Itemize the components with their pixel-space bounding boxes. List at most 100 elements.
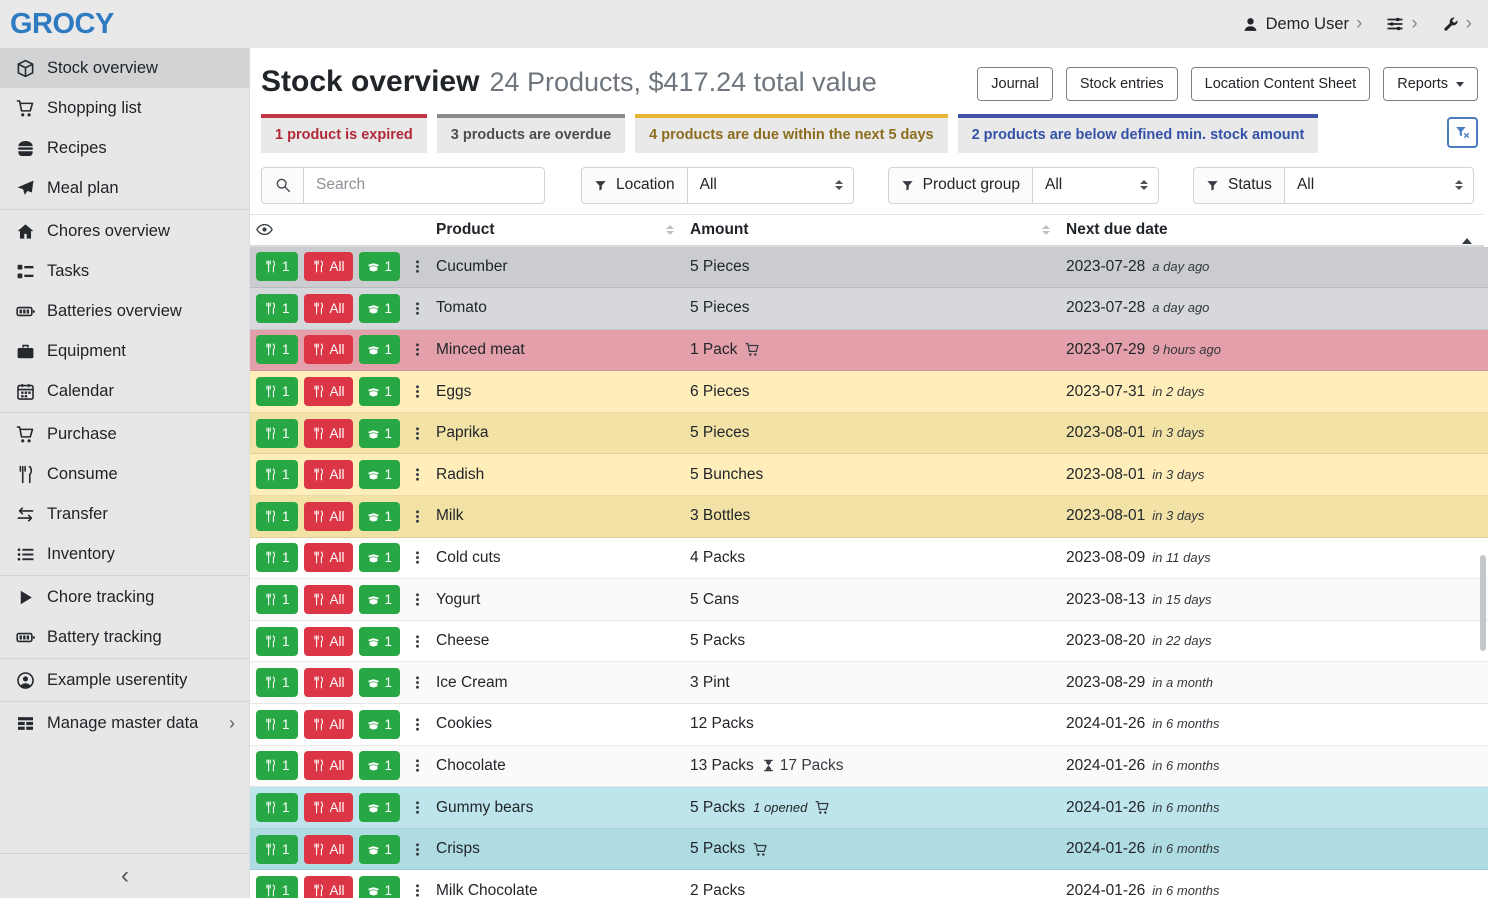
consume-all-button[interactable]: All [304, 585, 353, 614]
filter-select[interactable]: All [1032, 167, 1159, 204]
status-banner[interactable]: 3 products are overdue [437, 114, 625, 153]
consume-one-button[interactable]: 1 [256, 460, 298, 489]
consume-all-button[interactable]: All [304, 835, 353, 864]
status-banner[interactable]: 1 product is expired [261, 114, 427, 153]
sidebar-item-calendar[interactable]: Calendar [0, 371, 249, 411]
consume-one-button[interactable]: 1 [256, 876, 298, 898]
consume-all-button[interactable]: All [304, 793, 353, 822]
sidebar-item-chore-tracking[interactable]: Chore tracking [0, 577, 249, 617]
sidebar-collapse-button[interactable]: ‹ [0, 853, 250, 898]
open-one-button[interactable]: 1 [359, 710, 401, 739]
row-menu-button[interactable] [408, 842, 427, 857]
admin-menu[interactable]: › [1442, 16, 1472, 33]
consume-one-button[interactable]: 1 [256, 294, 298, 323]
column-header-product[interactable]: Product [436, 221, 690, 239]
open-one-button[interactable]: 1 [359, 460, 401, 489]
consume-one-button[interactable]: 1 [256, 585, 298, 614]
consume-all-button[interactable]: All [304, 252, 353, 281]
row-menu-button[interactable] [408, 634, 427, 649]
sidebar-item-chores-overview[interactable]: Chores overview [0, 211, 249, 251]
consume-one-button[interactable]: 1 [256, 710, 298, 739]
row-menu-button[interactable] [408, 342, 427, 357]
sidebar-item-shopping-list[interactable]: Shopping list [0, 88, 249, 128]
row-menu-button[interactable] [408, 675, 427, 690]
row-menu-button[interactable] [408, 717, 427, 732]
row-menu-button[interactable] [408, 758, 427, 773]
sidebar-item-recipes[interactable]: Recipes [0, 128, 249, 168]
consume-one-button[interactable]: 1 [256, 335, 298, 364]
consume-all-button[interactable]: All [304, 335, 353, 364]
open-one-button[interactable]: 1 [359, 585, 401, 614]
consume-all-button[interactable]: All [304, 460, 353, 489]
clear-filters-button[interactable] [1447, 117, 1478, 148]
sidebar-item-tasks[interactable]: Tasks [0, 251, 249, 291]
row-menu-button[interactable] [408, 509, 427, 524]
open-one-button[interactable]: 1 [359, 502, 401, 531]
consume-one-button[interactable]: 1 [256, 377, 298, 406]
consume-one-button[interactable]: 1 [256, 668, 298, 697]
consume-all-button[interactable]: All [304, 751, 353, 780]
open-one-button[interactable]: 1 [359, 335, 401, 364]
open-one-button[interactable]: 1 [359, 252, 401, 281]
sidebar-item-meal-plan[interactable]: Meal plan [0, 168, 249, 208]
eye-icon[interactable] [256, 221, 273, 238]
consume-all-button[interactable]: All [304, 543, 353, 572]
consume-all-button[interactable]: All [304, 668, 353, 697]
consume-one-button[interactable]: 1 [256, 751, 298, 780]
sidebar-item-stock-overview[interactable]: Stock overview [0, 48, 249, 88]
reports-button[interactable]: Reports [1383, 67, 1478, 101]
filter-select[interactable]: All [687, 167, 854, 204]
consume-one-button[interactable]: 1 [256, 502, 298, 531]
row-menu-button[interactable] [408, 800, 427, 815]
consume-all-button[interactable]: All [304, 377, 353, 406]
sidebar-item-manage-master-data[interactable]: Manage master data › [0, 703, 249, 743]
consume-one-button[interactable]: 1 [256, 543, 298, 572]
journal-button[interactable]: Journal [977, 67, 1053, 101]
open-one-button[interactable]: 1 [359, 668, 401, 697]
column-header-next-due-date[interactable]: Next due date [1066, 221, 1484, 239]
sidebar-item-example-userentity[interactable]: Example userentity [0, 660, 249, 700]
settings-menu[interactable]: › [1386, 15, 1417, 33]
consume-all-button[interactable]: All [304, 876, 353, 898]
open-one-button[interactable]: 1 [359, 377, 401, 406]
sidebar-item-batteries-overview[interactable]: Batteries overview [0, 291, 249, 331]
location-content-sheet-button[interactable]: Location Content Sheet [1191, 67, 1371, 101]
status-banner[interactable]: 2 products are below defined min. stock … [958, 114, 1319, 153]
row-menu-button[interactable] [408, 426, 427, 441]
open-one-button[interactable]: 1 [359, 793, 401, 822]
consume-all-button[interactable]: All [304, 627, 353, 656]
open-one-button[interactable]: 1 [359, 627, 401, 656]
filter-select[interactable]: All [1284, 167, 1474, 204]
row-menu-button[interactable] [408, 883, 427, 898]
consume-one-button[interactable]: 1 [256, 627, 298, 656]
consume-one-button[interactable]: 1 [256, 252, 298, 281]
sidebar-item-consume[interactable]: Consume [0, 454, 249, 494]
row-menu-button[interactable] [408, 467, 427, 482]
user-menu[interactable]: Demo User › [1242, 15, 1363, 34]
consume-all-button[interactable]: All [304, 710, 353, 739]
column-header-amount[interactable]: Amount [690, 221, 1066, 239]
open-one-button[interactable]: 1 [359, 835, 401, 864]
consume-all-button[interactable]: All [304, 502, 353, 531]
row-menu-button[interactable] [408, 301, 427, 316]
consume-all-button[interactable]: All [304, 294, 353, 323]
scrollbar-thumb[interactable] [1480, 555, 1486, 651]
open-one-button[interactable]: 1 [359, 294, 401, 323]
status-banner[interactable]: 4 products are due within the next 5 day… [635, 114, 947, 153]
consume-one-button[interactable]: 1 [256, 419, 298, 448]
search-input[interactable] [303, 167, 545, 204]
sidebar-item-inventory[interactable]: Inventory [0, 534, 249, 574]
row-menu-button[interactable] [408, 384, 427, 399]
consume-one-button[interactable]: 1 [256, 835, 298, 864]
stock-entries-button[interactable]: Stock entries [1066, 67, 1178, 101]
sidebar-item-purchase[interactable]: Purchase [0, 414, 249, 454]
open-one-button[interactable]: 1 [359, 543, 401, 572]
open-one-button[interactable]: 1 [359, 419, 401, 448]
row-menu-button[interactable] [408, 592, 427, 607]
row-menu-button[interactable] [408, 550, 427, 565]
consume-all-button[interactable]: All [304, 419, 353, 448]
row-menu-button[interactable] [408, 259, 427, 274]
consume-one-button[interactable]: 1 [256, 793, 298, 822]
sidebar-item-transfer[interactable]: Transfer [0, 494, 249, 534]
sidebar-item-battery-tracking[interactable]: Battery tracking [0, 617, 249, 657]
